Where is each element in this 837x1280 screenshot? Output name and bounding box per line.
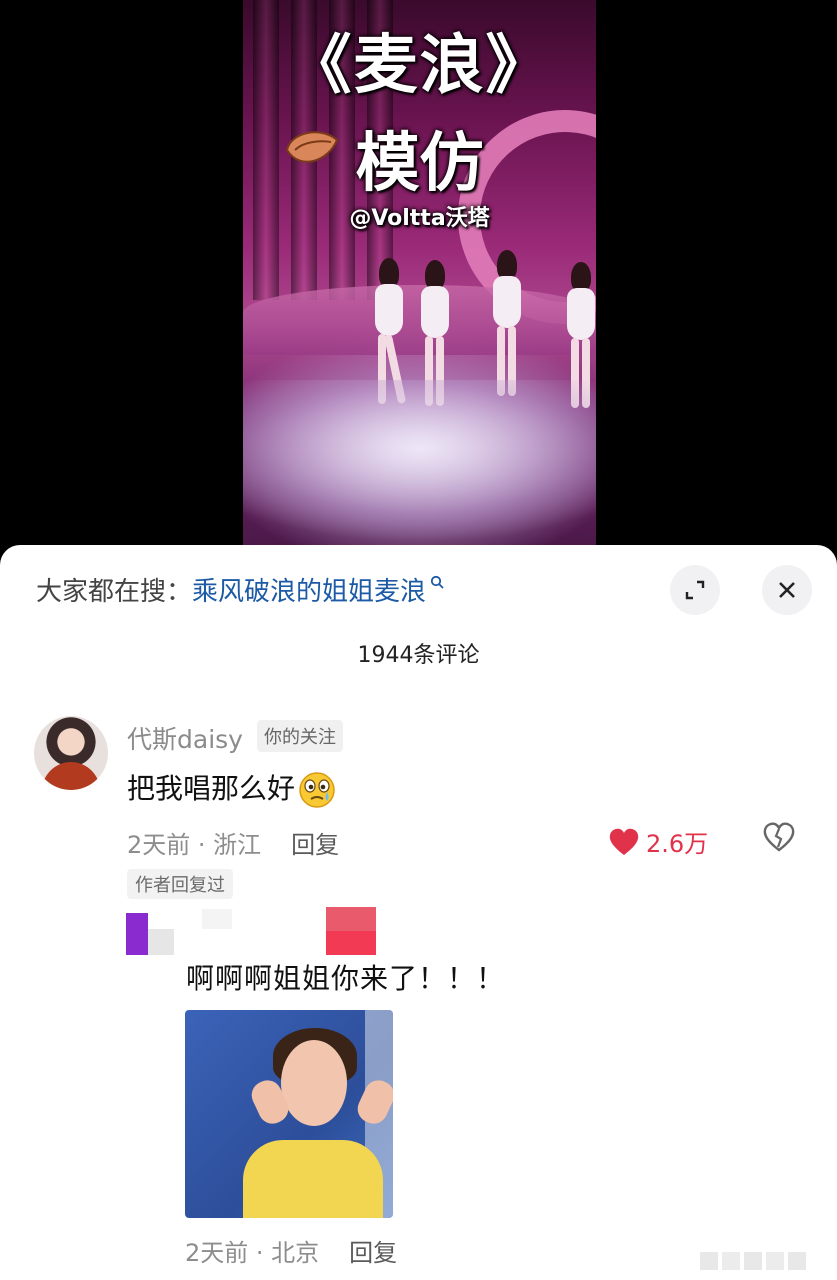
avatar[interactable] (34, 716, 108, 790)
reply-avatar-blurred[interactable] (126, 903, 176, 955)
close-icon (779, 582, 795, 598)
expand-button[interactable] (670, 565, 720, 615)
comment-count: 1944条评论 (357, 643, 480, 668)
reply-meta: 2天前 · 北京 回复 (185, 1239, 398, 1267)
dancer (489, 250, 523, 400)
comment-username[interactable]: 代斯daisy (127, 720, 243, 756)
broken-heart-icon (763, 822, 795, 852)
stage-fog (243, 380, 596, 548)
trending-search-link[interactable]: 乘风破浪的姐姐麦浪 (192, 577, 426, 607)
reply-image[interactable] (185, 1010, 393, 1218)
reply-reply-button[interactable]: 回复 (349, 1239, 397, 1267)
comment-location: 浙江 (213, 831, 262, 859)
comment-sheet: 大家都在搜：乘风破浪的姐姐麦浪 1944条评论 代斯daisy 你的关注 把我唱… (0, 545, 837, 1280)
dislike-button[interactable] (762, 821, 796, 857)
watermark (700, 1252, 806, 1270)
reply-time: 2天前 (185, 1239, 249, 1267)
like-button[interactable]: 2.6万 (608, 824, 708, 859)
like-count: 2.6万 (646, 830, 709, 858)
reply-text: 啊啊啊姐姐你来了！！！ (186, 962, 506, 995)
comment-text: 把我唱那么好 (127, 767, 337, 810)
video-subtitle: 模仿 (355, 127, 484, 201)
comment-meta: 2天前 · 浙江 回复 (127, 831, 340, 859)
comment-time: 2天前 (127, 831, 191, 859)
emoji-icon (299, 772, 335, 808)
reply-button[interactable]: 回复 (291, 831, 339, 859)
reply-location: 北京 (271, 1239, 320, 1267)
trending-search[interactable]: 大家都在搜：乘风破浪的姐姐麦浪 (36, 571, 444, 608)
video-title: 《麦浪》 (287, 29, 552, 103)
close-button[interactable] (762, 565, 812, 615)
expand-icon (685, 580, 705, 600)
comment-body: 把我唱那么好 (127, 772, 296, 805)
search-icon (430, 575, 444, 589)
video-credit: @Voltta沃塔 (349, 206, 490, 231)
follow-badge: 你的关注 (257, 720, 343, 752)
author-replied-tag: 作者回复过 (127, 869, 233, 899)
reply-username-blurred[interactable] (180, 907, 380, 955)
video-player[interactable]: 《麦浪》 模仿 @Voltta沃塔 (243, 0, 596, 548)
heart-icon (609, 828, 639, 855)
video-area: 《麦浪》 模仿 @Voltta沃塔 (0, 0, 837, 560)
trending-search-prefix: 大家都在搜： (36, 577, 193, 607)
